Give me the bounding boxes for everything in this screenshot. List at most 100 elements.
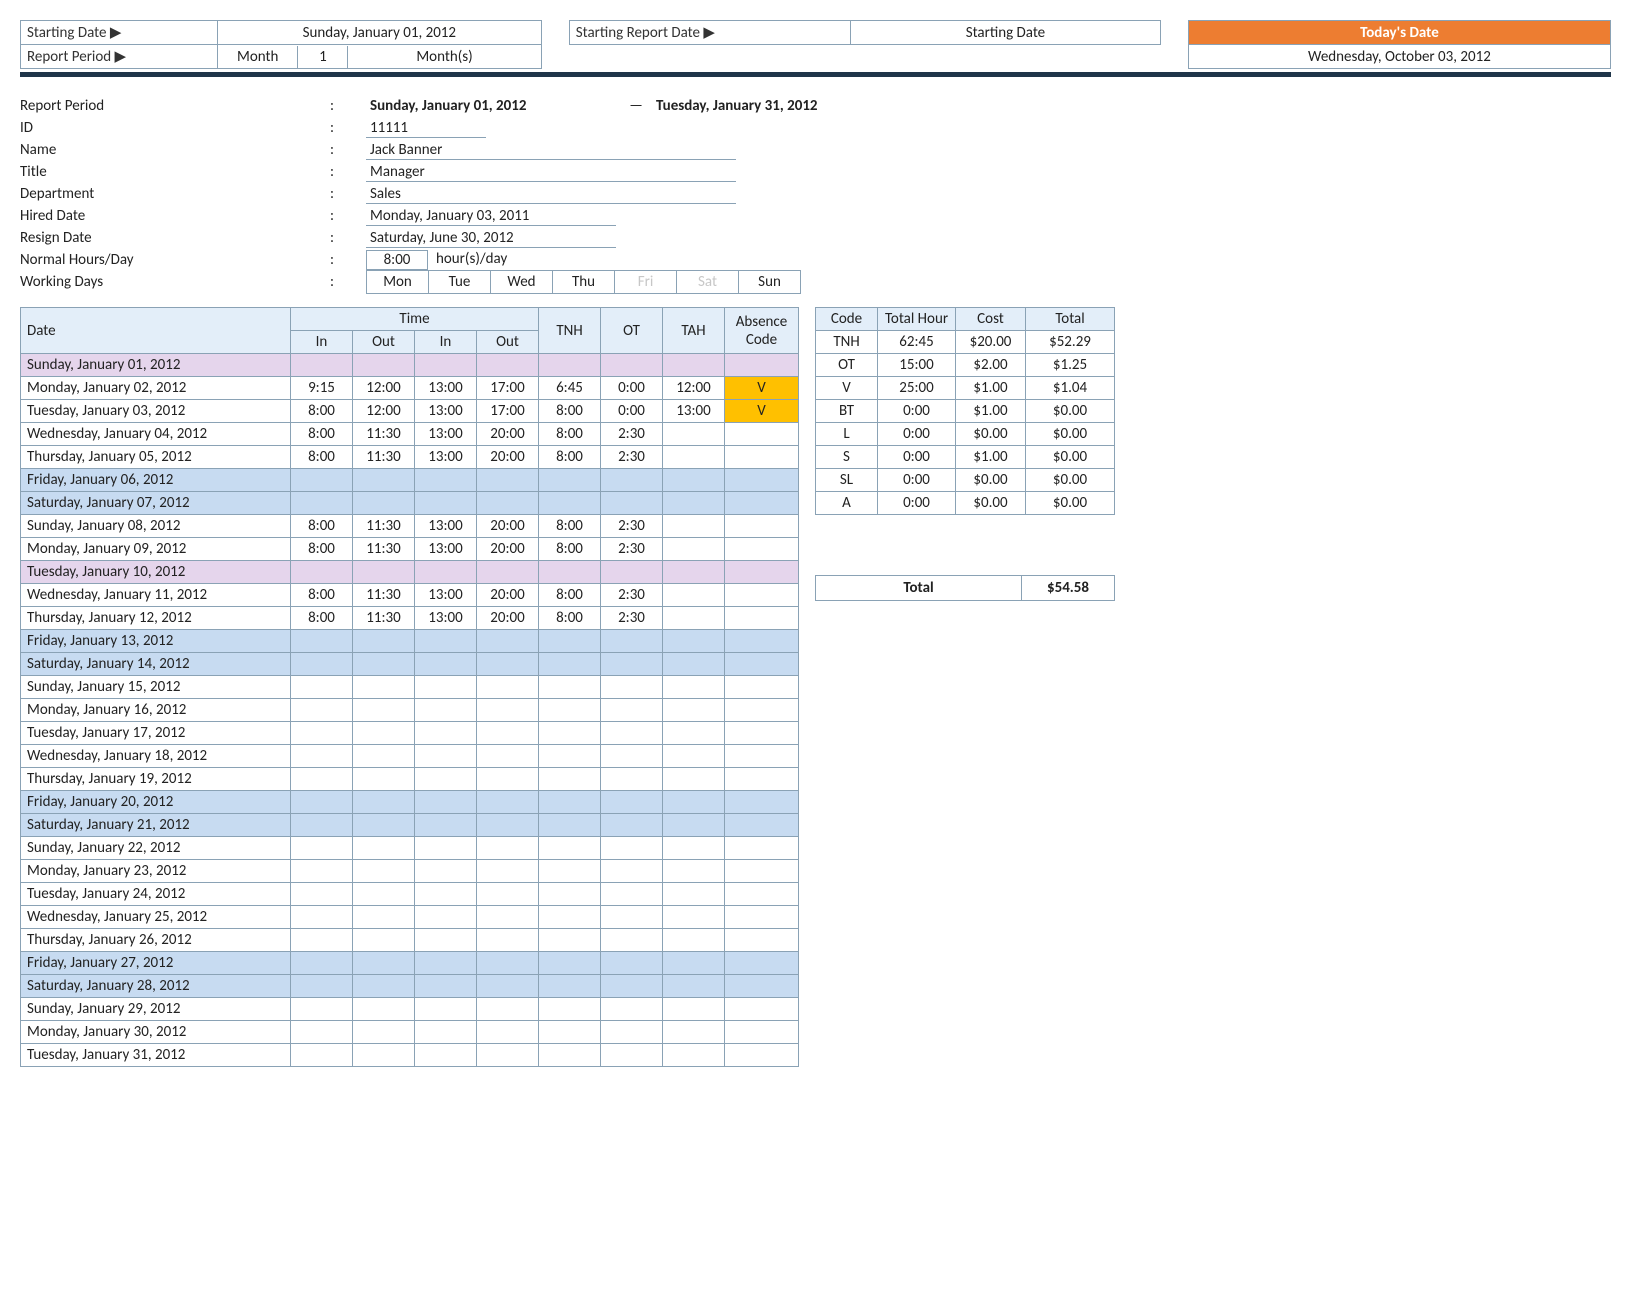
- time-in1[interactable]: [291, 837, 353, 860]
- time-out2[interactable]: [477, 791, 539, 814]
- time-out2[interactable]: [477, 998, 539, 1021]
- time-in2[interactable]: [415, 837, 477, 860]
- time-out2[interactable]: 20:00: [477, 515, 539, 538]
- time-out1[interactable]: [353, 906, 415, 929]
- time-out2[interactable]: [477, 469, 539, 492]
- time-in2[interactable]: [415, 998, 477, 1021]
- time-out2[interactable]: [477, 837, 539, 860]
- time-out2[interactable]: 20:00: [477, 446, 539, 469]
- time-in1[interactable]: [291, 1044, 353, 1067]
- time-out1[interactable]: 11:30: [353, 538, 415, 561]
- starting-date-value[interactable]: Sunday, January 01, 2012: [217, 21, 541, 45]
- time-in1[interactable]: 8:00: [291, 423, 353, 446]
- time-out1[interactable]: [353, 699, 415, 722]
- time-in2[interactable]: [415, 883, 477, 906]
- time-out2[interactable]: [477, 1021, 539, 1044]
- time-out1[interactable]: 12:00: [353, 400, 415, 423]
- time-out1[interactable]: [353, 745, 415, 768]
- starting-report-date-value[interactable]: Starting Date: [851, 21, 1161, 45]
- time-in1[interactable]: 9:15: [291, 377, 353, 400]
- time-out1[interactable]: [353, 1021, 415, 1044]
- time-out2[interactable]: [477, 952, 539, 975]
- time-out1[interactable]: [353, 561, 415, 584]
- time-in2[interactable]: [415, 814, 477, 837]
- time-in2[interactable]: [415, 1044, 477, 1067]
- time-in1[interactable]: [291, 998, 353, 1021]
- time-in1[interactable]: [291, 883, 353, 906]
- time-in2[interactable]: [415, 676, 477, 699]
- time-in2[interactable]: [415, 791, 477, 814]
- time-out1[interactable]: [353, 837, 415, 860]
- time-in1[interactable]: 8:00: [291, 607, 353, 630]
- time-in1[interactable]: [291, 354, 353, 377]
- working-day-cell[interactable]: Sun: [739, 271, 801, 294]
- time-out2[interactable]: [477, 814, 539, 837]
- time-in2[interactable]: [415, 722, 477, 745]
- time-in2[interactable]: [415, 469, 477, 492]
- report-period-count[interactable]: 1: [298, 46, 348, 68]
- time-out2[interactable]: 20:00: [477, 538, 539, 561]
- time-in2[interactable]: [415, 492, 477, 515]
- working-day-cell[interactable]: Mon: [367, 271, 429, 294]
- time-out1[interactable]: [353, 469, 415, 492]
- time-in2[interactable]: [415, 699, 477, 722]
- time-out1[interactable]: [353, 883, 415, 906]
- time-in1[interactable]: [291, 561, 353, 584]
- time-in2[interactable]: 13:00: [415, 515, 477, 538]
- time-out2[interactable]: [477, 906, 539, 929]
- time-in1[interactable]: 8:00: [291, 446, 353, 469]
- time-out2[interactable]: [477, 745, 539, 768]
- resign-value[interactable]: Saturday, June 30, 2012: [366, 229, 616, 248]
- time-in1[interactable]: [291, 768, 353, 791]
- hired-value[interactable]: Monday, January 03, 2011: [366, 207, 616, 226]
- time-in1[interactable]: 8:00: [291, 400, 353, 423]
- time-out1[interactable]: 11:30: [353, 515, 415, 538]
- time-in1[interactable]: [291, 745, 353, 768]
- time-out1[interactable]: 11:30: [353, 607, 415, 630]
- department-value[interactable]: Sales: [366, 185, 736, 204]
- time-in1[interactable]: [291, 929, 353, 952]
- title-value[interactable]: Manager: [366, 163, 736, 182]
- time-out2[interactable]: [477, 883, 539, 906]
- time-in1[interactable]: [291, 676, 353, 699]
- time-out2[interactable]: [477, 1044, 539, 1067]
- time-in2[interactable]: 13:00: [415, 423, 477, 446]
- time-in2[interactable]: 13:00: [415, 400, 477, 423]
- time-in1[interactable]: [291, 653, 353, 676]
- time-out1[interactable]: [353, 814, 415, 837]
- time-out2[interactable]: [477, 354, 539, 377]
- time-in2[interactable]: [415, 1021, 477, 1044]
- time-in2[interactable]: [415, 630, 477, 653]
- time-in1[interactable]: [291, 975, 353, 998]
- time-in2[interactable]: [415, 929, 477, 952]
- time-in1[interactable]: [291, 906, 353, 929]
- working-day-cell[interactable]: Wed: [491, 271, 553, 294]
- time-out1[interactable]: 11:30: [353, 584, 415, 607]
- time-in1[interactable]: 8:00: [291, 584, 353, 607]
- report-period-unit[interactable]: Month: [218, 46, 298, 68]
- time-in1[interactable]: [291, 814, 353, 837]
- time-in2[interactable]: [415, 860, 477, 883]
- time-out1[interactable]: [353, 676, 415, 699]
- time-out1[interactable]: 12:00: [353, 377, 415, 400]
- time-in1[interactable]: [291, 722, 353, 745]
- time-out2[interactable]: [477, 561, 539, 584]
- working-day-cell[interactable]: Thu: [553, 271, 615, 294]
- time-out1[interactable]: [353, 929, 415, 952]
- time-out2[interactable]: 20:00: [477, 423, 539, 446]
- time-in1[interactable]: [291, 1021, 353, 1044]
- time-out1[interactable]: [353, 791, 415, 814]
- time-in2[interactable]: [415, 354, 477, 377]
- time-out1[interactable]: [353, 860, 415, 883]
- time-out2[interactable]: [477, 699, 539, 722]
- time-in2[interactable]: [415, 745, 477, 768]
- time-out2[interactable]: 20:00: [477, 607, 539, 630]
- time-out2[interactable]: [477, 975, 539, 998]
- time-in2[interactable]: [415, 768, 477, 791]
- time-out2[interactable]: 17:00: [477, 377, 539, 400]
- time-in2[interactable]: 13:00: [415, 446, 477, 469]
- time-out2[interactable]: [477, 722, 539, 745]
- time-out2[interactable]: [477, 630, 539, 653]
- time-in2[interactable]: 13:00: [415, 377, 477, 400]
- time-in1[interactable]: [291, 492, 353, 515]
